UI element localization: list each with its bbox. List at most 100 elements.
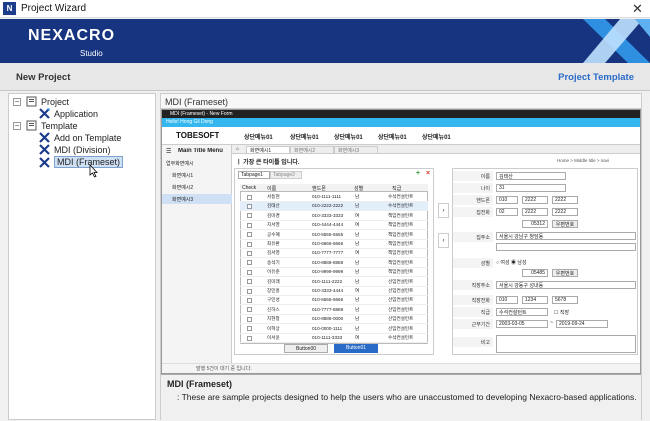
subtab[interactable]: Tabpage1 — [238, 171, 270, 179]
from-date-field[interactable]: 2003-03-05 — [496, 320, 548, 328]
grid-header[interactable]: 이름 — [267, 185, 276, 192]
mdi-tab[interactable]: 화면예시3 — [334, 146, 378, 154]
app-icon: N — [3, 2, 16, 15]
row-checkbox[interactable] — [247, 260, 252, 266]
zip-field[interactable]: 05312 — [522, 220, 548, 228]
tree-item-template[interactable]: − Template — [13, 120, 78, 131]
address-field[interactable]: 서울시 강남구 청담동 — [496, 232, 636, 240]
table-cell: 선임컨설턴트 — [388, 288, 414, 293]
work-address-field[interactable]: 서울시 강동구 성내동 — [496, 281, 636, 289]
row-checkbox[interactable] — [247, 307, 252, 313]
move-left-icon[interactable]: ‹ — [438, 233, 449, 248]
table-cell: 010-6666-6666 — [312, 241, 344, 246]
form-label: 집전화 — [476, 210, 490, 216]
tree-label: MDI (Division) — [54, 144, 111, 155]
form-label: 이름 — [480, 174, 490, 180]
left-menu-item[interactable]: 화면예시1 — [172, 172, 193, 179]
row-checkbox[interactable] — [247, 326, 252, 332]
rank-checkbox[interactable]: ☐ 직장 — [554, 309, 569, 316]
row-checkbox[interactable] — [247, 222, 252, 228]
row-checkbox[interactable] — [247, 297, 252, 303]
memo-field[interactable] — [496, 335, 636, 353]
zip-button-2[interactable]: 우편번호 — [552, 269, 578, 277]
form-label: 직장전화 — [471, 298, 490, 304]
top-menu-item[interactable]: 상단메뉴01 — [422, 132, 451, 141]
row-checkbox[interactable] — [247, 232, 252, 238]
row-checkbox[interactable] — [247, 316, 252, 322]
zip-button[interactable]: 우편번호 — [552, 220, 578, 228]
template-icon — [26, 120, 37, 131]
button00[interactable]: Button00 — [284, 344, 328, 353]
delete-row-icon[interactable]: × — [426, 170, 430, 177]
grid-header[interactable]: 성별 — [354, 185, 363, 192]
table-cell: 책임컨설턴트 — [388, 222, 414, 228]
work-phone-1[interactable]: 010 — [496, 296, 518, 304]
name-field[interactable]: 김태산 — [496, 172, 566, 180]
home-field-1[interactable]: 02 — [496, 208, 518, 216]
hamburger-icon[interactable]: ☰ — [166, 148, 171, 155]
left-menu-item[interactable]: 화면예시2 — [172, 184, 193, 191]
row-checkbox[interactable] — [247, 288, 252, 294]
phone-field-2[interactable]: 2222 — [522, 196, 548, 204]
top-menu-item[interactable]: 상단메뉴01 — [244, 132, 273, 141]
row-checkbox[interactable] — [247, 203, 252, 209]
description-panel: MDI (Frameset) : These are sample projec… — [161, 374, 641, 420]
collapse-icon[interactable]: − — [13, 121, 21, 130]
address-detail-field[interactable] — [496, 243, 636, 251]
button01[interactable]: Button01 — [334, 344, 378, 353]
phone-field-1[interactable]: 010 — [496, 196, 518, 204]
template-tree[interactable]: − Project Application − Template Add on … — [8, 93, 156, 420]
to-date-field[interactable]: 2019-09-24 — [556, 320, 608, 328]
table-cell: 여 — [355, 222, 360, 228]
table-cell: 남 — [355, 269, 360, 275]
row-checkbox[interactable] — [247, 213, 252, 219]
move-right-icon[interactable]: › — [438, 203, 449, 218]
phone-field-3[interactable]: 2222 — [552, 196, 578, 204]
work-phone-3[interactable]: 5678 — [552, 296, 578, 304]
tree-item-application[interactable]: Application — [39, 108, 98, 119]
close-icon[interactable]: ✕ — [632, 1, 643, 17]
grid-header[interactable]: 직급 — [392, 185, 401, 192]
grid-header[interactable]: Check — [242, 185, 256, 191]
row-checkbox[interactable] — [247, 335, 252, 341]
left-menu-item[interactable]: 화면예시3 — [172, 196, 193, 203]
mdi-tab[interactable]: 화면예시2 — [290, 146, 334, 154]
table-cell: 지서영 — [267, 222, 280, 228]
table-cell: 책임컨설턴트 — [388, 212, 414, 218]
top-menu-item[interactable]: 상단메뉴01 — [334, 132, 363, 141]
home-icon[interactable]: ⌂ — [236, 146, 239, 152]
work-phone-2[interactable]: 1234 — [522, 296, 548, 304]
row-checkbox[interactable] — [247, 279, 252, 285]
grid-header[interactable]: 핸드폰 — [312, 185, 326, 192]
tree-item-project[interactable]: − Project — [13, 96, 69, 107]
row-checkbox[interactable] — [247, 194, 252, 200]
top-menu-item[interactable]: 상단메뉴01 — [290, 132, 319, 141]
home-field-2[interactable]: 2222 — [522, 208, 548, 216]
tree-item-mdi-division[interactable]: MDI (Division) — [39, 144, 111, 155]
home-field-3[interactable]: 2222 — [552, 208, 578, 216]
mdi-tab[interactable]: 화면예시1 — [246, 146, 290, 154]
tree-item-mdi-frameset[interactable]: MDI (Frameset) — [39, 156, 123, 168]
row-checkbox[interactable] — [247, 250, 252, 256]
preview-title: MDI (Frameset) — [165, 97, 228, 107]
age-field[interactable]: 31 — [496, 184, 566, 192]
table-cell: 송석기 — [267, 259, 280, 265]
zip-field-2[interactable]: 05485 — [522, 269, 548, 277]
row-checkbox[interactable] — [247, 241, 252, 247]
table-cell: 수석컨설턴트 — [388, 203, 414, 209]
tree-item-add-on-template[interactable]: Add on Template — [39, 132, 121, 143]
subtab[interactable]: Tabpage2 — [270, 171, 302, 179]
table-cell: 010-1111-3333 — [312, 335, 343, 340]
template-link[interactable]: Project Template — [558, 72, 634, 83]
table-cell: 남 — [355, 259, 360, 265]
page-title: New Project — [16, 72, 71, 83]
table-cell: 김미래 — [267, 278, 280, 284]
rank-field[interactable]: 수석컨설턴트 — [496, 308, 548, 316]
collapse-icon[interactable]: − — [13, 97, 21, 106]
table-cell: 010-3333-3333 — [312, 212, 344, 218]
add-row-icon[interactable]: + — [416, 170, 420, 177]
left-menu-item[interactable]: 업무화면예시 — [166, 160, 194, 167]
gender-radio[interactable]: ○ 여성 ◉ 남성 — [496, 259, 527, 266]
row-checkbox[interactable] — [247, 269, 252, 275]
top-menu-item[interactable]: 상단메뉴01 — [378, 132, 407, 141]
